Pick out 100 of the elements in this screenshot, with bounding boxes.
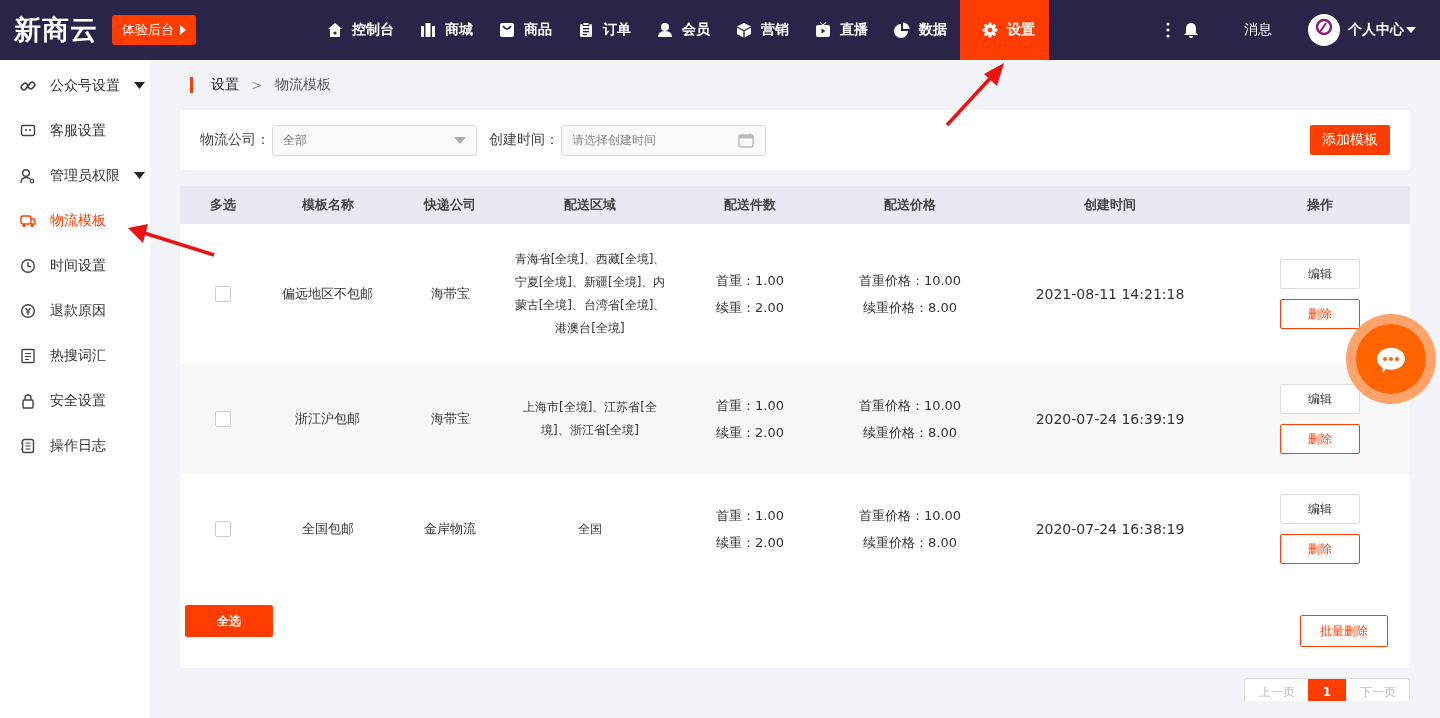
company-select[interactable]: 全部 bbox=[272, 124, 477, 156]
tv-play-icon bbox=[815, 22, 831, 38]
bulk-delete-button[interactable]: 批量删除 bbox=[1300, 615, 1388, 647]
bag-icon bbox=[499, 22, 515, 38]
cube-icon bbox=[736, 22, 752, 38]
nav-tab[interactable]: 会员 bbox=[644, 0, 723, 60]
column-header: 配送价格 bbox=[884, 196, 936, 214]
sidebar-item[interactable]: 操作日志 bbox=[0, 423, 150, 468]
bell-icon[interactable] bbox=[1184, 22, 1198, 38]
table-cell: 首重：1.00 bbox=[716, 271, 784, 290]
delete-button[interactable]: 删除 bbox=[1280, 534, 1360, 564]
sidebar-item[interactable]: 时间设置 bbox=[0, 243, 150, 288]
chat-bubble-icon bbox=[20, 122, 36, 139]
sidebar-item[interactable]: 安全设置 bbox=[0, 378, 150, 423]
coin-icon bbox=[20, 302, 36, 319]
trial-backend-button[interactable]: 体验后台 bbox=[112, 15, 196, 45]
annotation-arrow bbox=[944, 60, 1006, 128]
table-cell: 浙江沪包邮 bbox=[295, 410, 360, 428]
nav-tab[interactable]: 直播 bbox=[802, 0, 881, 60]
table-cell-text: 续重价格：8.00 bbox=[862, 533, 958, 552]
more-vertical-icon[interactable] bbox=[1166, 22, 1170, 38]
clipboard-icon bbox=[578, 22, 594, 38]
date-field[interactable]: 请选择创建时间 bbox=[561, 124, 766, 156]
sidebar-item[interactable]: 退款原因 bbox=[0, 288, 150, 333]
sidebar-item[interactable]: 客服设置 bbox=[0, 108, 150, 153]
sidebar-item[interactable]: 物流模板 bbox=[0, 198, 150, 243]
table-cell: 偏远地区不包邮 bbox=[282, 285, 373, 303]
table-cell-text: 青海省[全境]、西藏[全境]、宁夏[全境]、新疆[全境]、内蒙古[全境]、台湾省[全境]、港澳台[全境] bbox=[514, 251, 666, 337]
nav-tab[interactable]: 设置 bbox=[960, 0, 1049, 60]
nav-tab[interactable]: 商城 bbox=[407, 0, 486, 60]
page-button[interactable]: 1 bbox=[1308, 679, 1346, 701]
delete-button[interactable]: 删除 bbox=[1280, 424, 1360, 454]
breadcrumb-separator: > bbox=[251, 77, 263, 93]
table-cell: 续重：2.00 bbox=[716, 423, 784, 442]
table-cell: 2021-08-11 14:21:18 bbox=[1035, 286, 1185, 302]
column-header: 配送区域 bbox=[564, 196, 616, 214]
lock-icon bbox=[20, 392, 36, 409]
avatar-icon bbox=[1308, 14, 1340, 46]
edit-button[interactable]: 编辑 bbox=[1280, 259, 1360, 289]
nav-tab[interactable]: 订单 bbox=[565, 0, 644, 60]
breadcrumb-item[interactable]: 设置 bbox=[211, 76, 239, 94]
caret-down-icon bbox=[454, 136, 466, 144]
table-cell-text: 续重价格：8.00 bbox=[862, 423, 958, 442]
table-cell: 续重：2.00 bbox=[716, 298, 784, 317]
sidebar-item[interactable]: 管理员权限 bbox=[0, 153, 150, 198]
caret-right-icon bbox=[180, 25, 186, 35]
list-icon bbox=[20, 347, 36, 364]
table-cell: 金岸物流 bbox=[424, 520, 476, 538]
table-cell: 首重：1.00 bbox=[716, 506, 784, 525]
breadcrumb-item: 物流模板 bbox=[274, 76, 331, 94]
table-cell: 全国包邮 bbox=[301, 520, 354, 538]
table-cell: 续重：2.00 bbox=[716, 533, 784, 552]
chat-bubble-icon[interactable] bbox=[1346, 314, 1436, 404]
logo-text: 新商云 bbox=[14, 13, 98, 47]
table-cell: 首重价格：10.00 bbox=[858, 396, 962, 415]
table-cell: 2020-07-24 16:39:19 bbox=[1035, 411, 1185, 427]
truck-icon bbox=[20, 212, 36, 229]
nav-tab[interactable]: 商品 bbox=[486, 0, 565, 60]
table-cell-text: 全国 bbox=[577, 520, 603, 538]
table-cell: 首重价格：10.00 bbox=[858, 271, 962, 290]
column-header: 模板名称 bbox=[301, 196, 354, 214]
messages-link[interactable]: 消息 bbox=[1244, 21, 1272, 39]
table-cell: 海带宝 bbox=[430, 285, 470, 303]
filter-label: 物流公司： bbox=[200, 131, 270, 149]
row-checkbox[interactable] bbox=[214, 521, 231, 537]
clock-icon bbox=[20, 257, 36, 274]
column-header: 创建时间 bbox=[1084, 196, 1136, 214]
calendar-icon bbox=[738, 132, 754, 148]
person-icon bbox=[657, 22, 673, 38]
add-template-button[interactable]: 添加模板 bbox=[1310, 125, 1390, 155]
delete-button[interactable]: 删除 bbox=[1280, 299, 1360, 329]
table-cell-text: 上海市[全境]、江苏省[全境]、浙江省[全境] bbox=[521, 399, 658, 439]
caret-down-icon bbox=[1406, 27, 1416, 33]
pie-chart-icon bbox=[894, 22, 910, 38]
row-checkbox[interactable] bbox=[214, 286, 231, 302]
home-icon bbox=[327, 22, 343, 38]
column-header: 多选 bbox=[209, 196, 236, 214]
building-icon bbox=[420, 22, 436, 38]
nav-tab[interactable]: 数据 bbox=[881, 0, 960, 60]
column-header: 快递公司 bbox=[424, 196, 476, 214]
column-header: 配送件数 bbox=[724, 196, 776, 214]
nav-tab[interactable]: 控制台 bbox=[314, 0, 407, 60]
log-icon bbox=[20, 437, 36, 454]
edit-button[interactable]: 编辑 bbox=[1280, 494, 1360, 524]
table-cell: 2020-07-24 16:38:19 bbox=[1035, 521, 1185, 537]
select-all-button[interactable]: 全选 bbox=[185, 605, 273, 637]
sidebar-item[interactable]: 热搜词汇 bbox=[0, 333, 150, 378]
sidebar-item[interactable]: 公众号设置 bbox=[0, 63, 150, 108]
table-cell-text: 续重价格：8.00 bbox=[862, 298, 958, 317]
edit-button[interactable]: 编辑 bbox=[1280, 384, 1360, 414]
row-checkbox[interactable] bbox=[214, 411, 231, 427]
settings-icon bbox=[982, 22, 998, 38]
table-cell: 首重价格：10.00 bbox=[858, 506, 962, 525]
table-cell: 首重：1.00 bbox=[716, 396, 784, 415]
column-header: 操作 bbox=[1307, 196, 1333, 214]
table-cell: 海带宝 bbox=[430, 410, 470, 428]
user-key-icon bbox=[20, 167, 36, 184]
filter-label: 创建时间： bbox=[489, 131, 559, 149]
nav-tab[interactable]: 营销 bbox=[723, 0, 802, 60]
user-center-menu[interactable]: 个人中心 bbox=[1348, 21, 1416, 39]
